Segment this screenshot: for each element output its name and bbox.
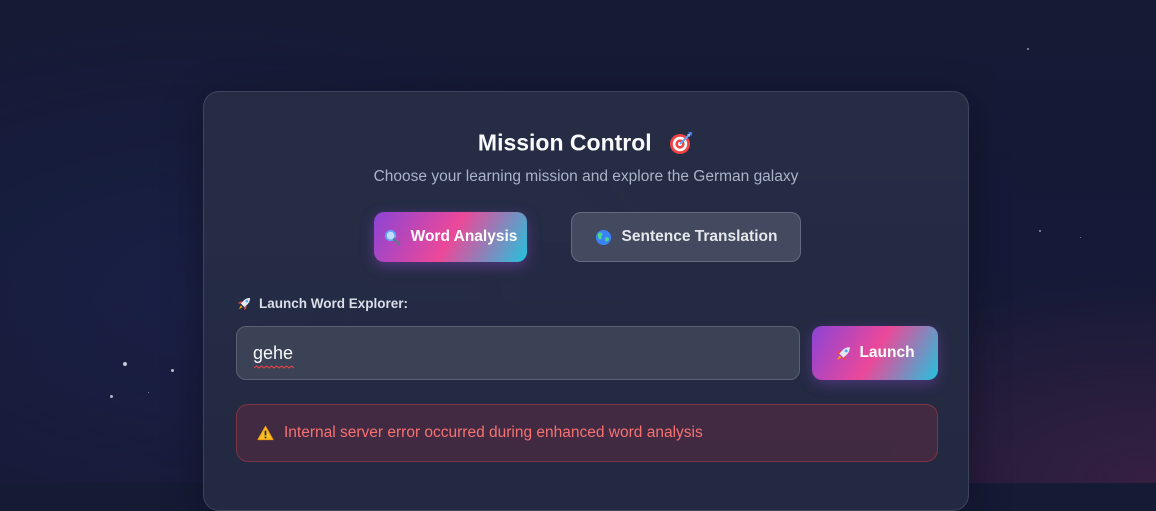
star (171, 369, 174, 372)
word-input[interactable] (236, 326, 800, 380)
target-icon (670, 131, 693, 154)
page-subtitle: Choose your learning mission and explore… (373, 168, 799, 185)
tab-sentence-translation-label: Sentence Translation (621, 228, 778, 245)
star (123, 362, 127, 366)
spellcheck-underline (254, 365, 294, 369)
star (110, 395, 113, 398)
star (1080, 237, 1081, 238)
word-explorer-label: Launch Word Explorer: (237, 296, 408, 311)
page-title: Mission Control (204, 128, 968, 156)
error-alert: Internal server error occurred during en… (236, 404, 938, 462)
tab-word-analysis-label: Word Analysis (410, 228, 518, 245)
word-explorer-label-text: Launch Word Explorer: (259, 296, 409, 311)
page-title-text: Mission Control (477, 129, 652, 156)
star (1039, 230, 1041, 232)
tab-sentence-translation[interactable]: Sentence Translation (571, 212, 801, 262)
star (1027, 48, 1029, 50)
mission-control-panel: Mission Control Choose your learning mis… (203, 91, 969, 511)
globe-icon (595, 229, 611, 245)
magnifier-icon (384, 229, 400, 245)
rocket-icon (836, 346, 851, 361)
launch-button[interactable]: Launch (812, 326, 938, 380)
launch-button-label: Launch (859, 344, 915, 361)
tab-word-analysis[interactable]: Word Analysis (374, 212, 527, 262)
warning-icon (257, 425, 274, 441)
error-message: Internal server error occurred during en… (284, 424, 703, 441)
rocket-icon (237, 297, 251, 311)
star (148, 392, 149, 393)
